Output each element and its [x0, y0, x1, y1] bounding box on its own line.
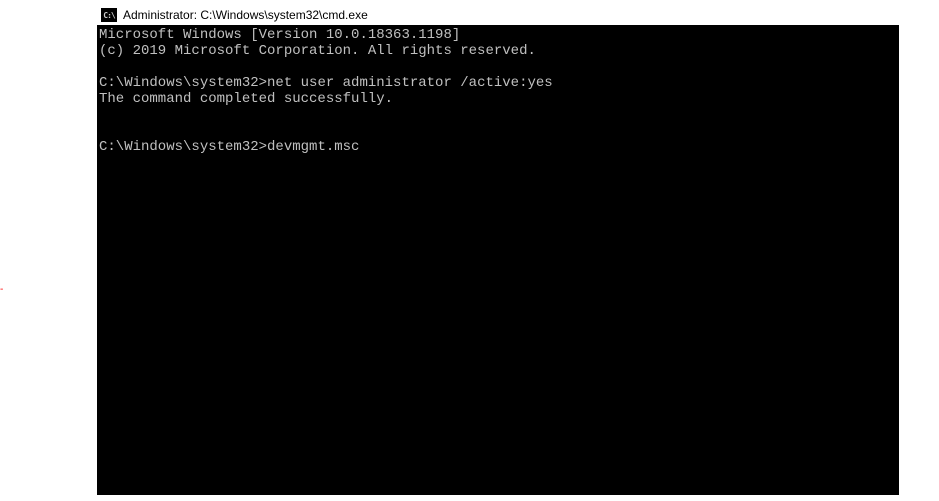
cursor — [359, 148, 367, 150]
window-title: Administrator: C:\Windows\system32\cmd.e… — [123, 8, 368, 22]
cmd-window: C:\ Administrator: C:\Windows\system32\c… — [97, 5, 899, 495]
console-copyright-line: (c) 2019 Microsoft Corporation. All righ… — [99, 43, 536, 59]
console-result: The command completed successfully. — [99, 91, 393, 107]
console-version-line: Microsoft Windows [Version 10.0.18363.11… — [99, 27, 460, 43]
console-area[interactable]: Microsoft Windows [Version 10.0.18363.11… — [97, 25, 899, 495]
stray-dash-mark: - — [0, 284, 3, 295]
console-prompt: C:\Windows\system32> — [99, 139, 267, 155]
titlebar[interactable]: C:\ Administrator: C:\Windows\system32\c… — [97, 5, 899, 25]
console-command: devmgmt.msc — [267, 139, 359, 155]
console-command: net user administrator /active:yes — [267, 75, 553, 91]
cmd-icon: C:\ — [101, 8, 117, 22]
console-prompt: C:\Windows\system32> — [99, 75, 267, 91]
